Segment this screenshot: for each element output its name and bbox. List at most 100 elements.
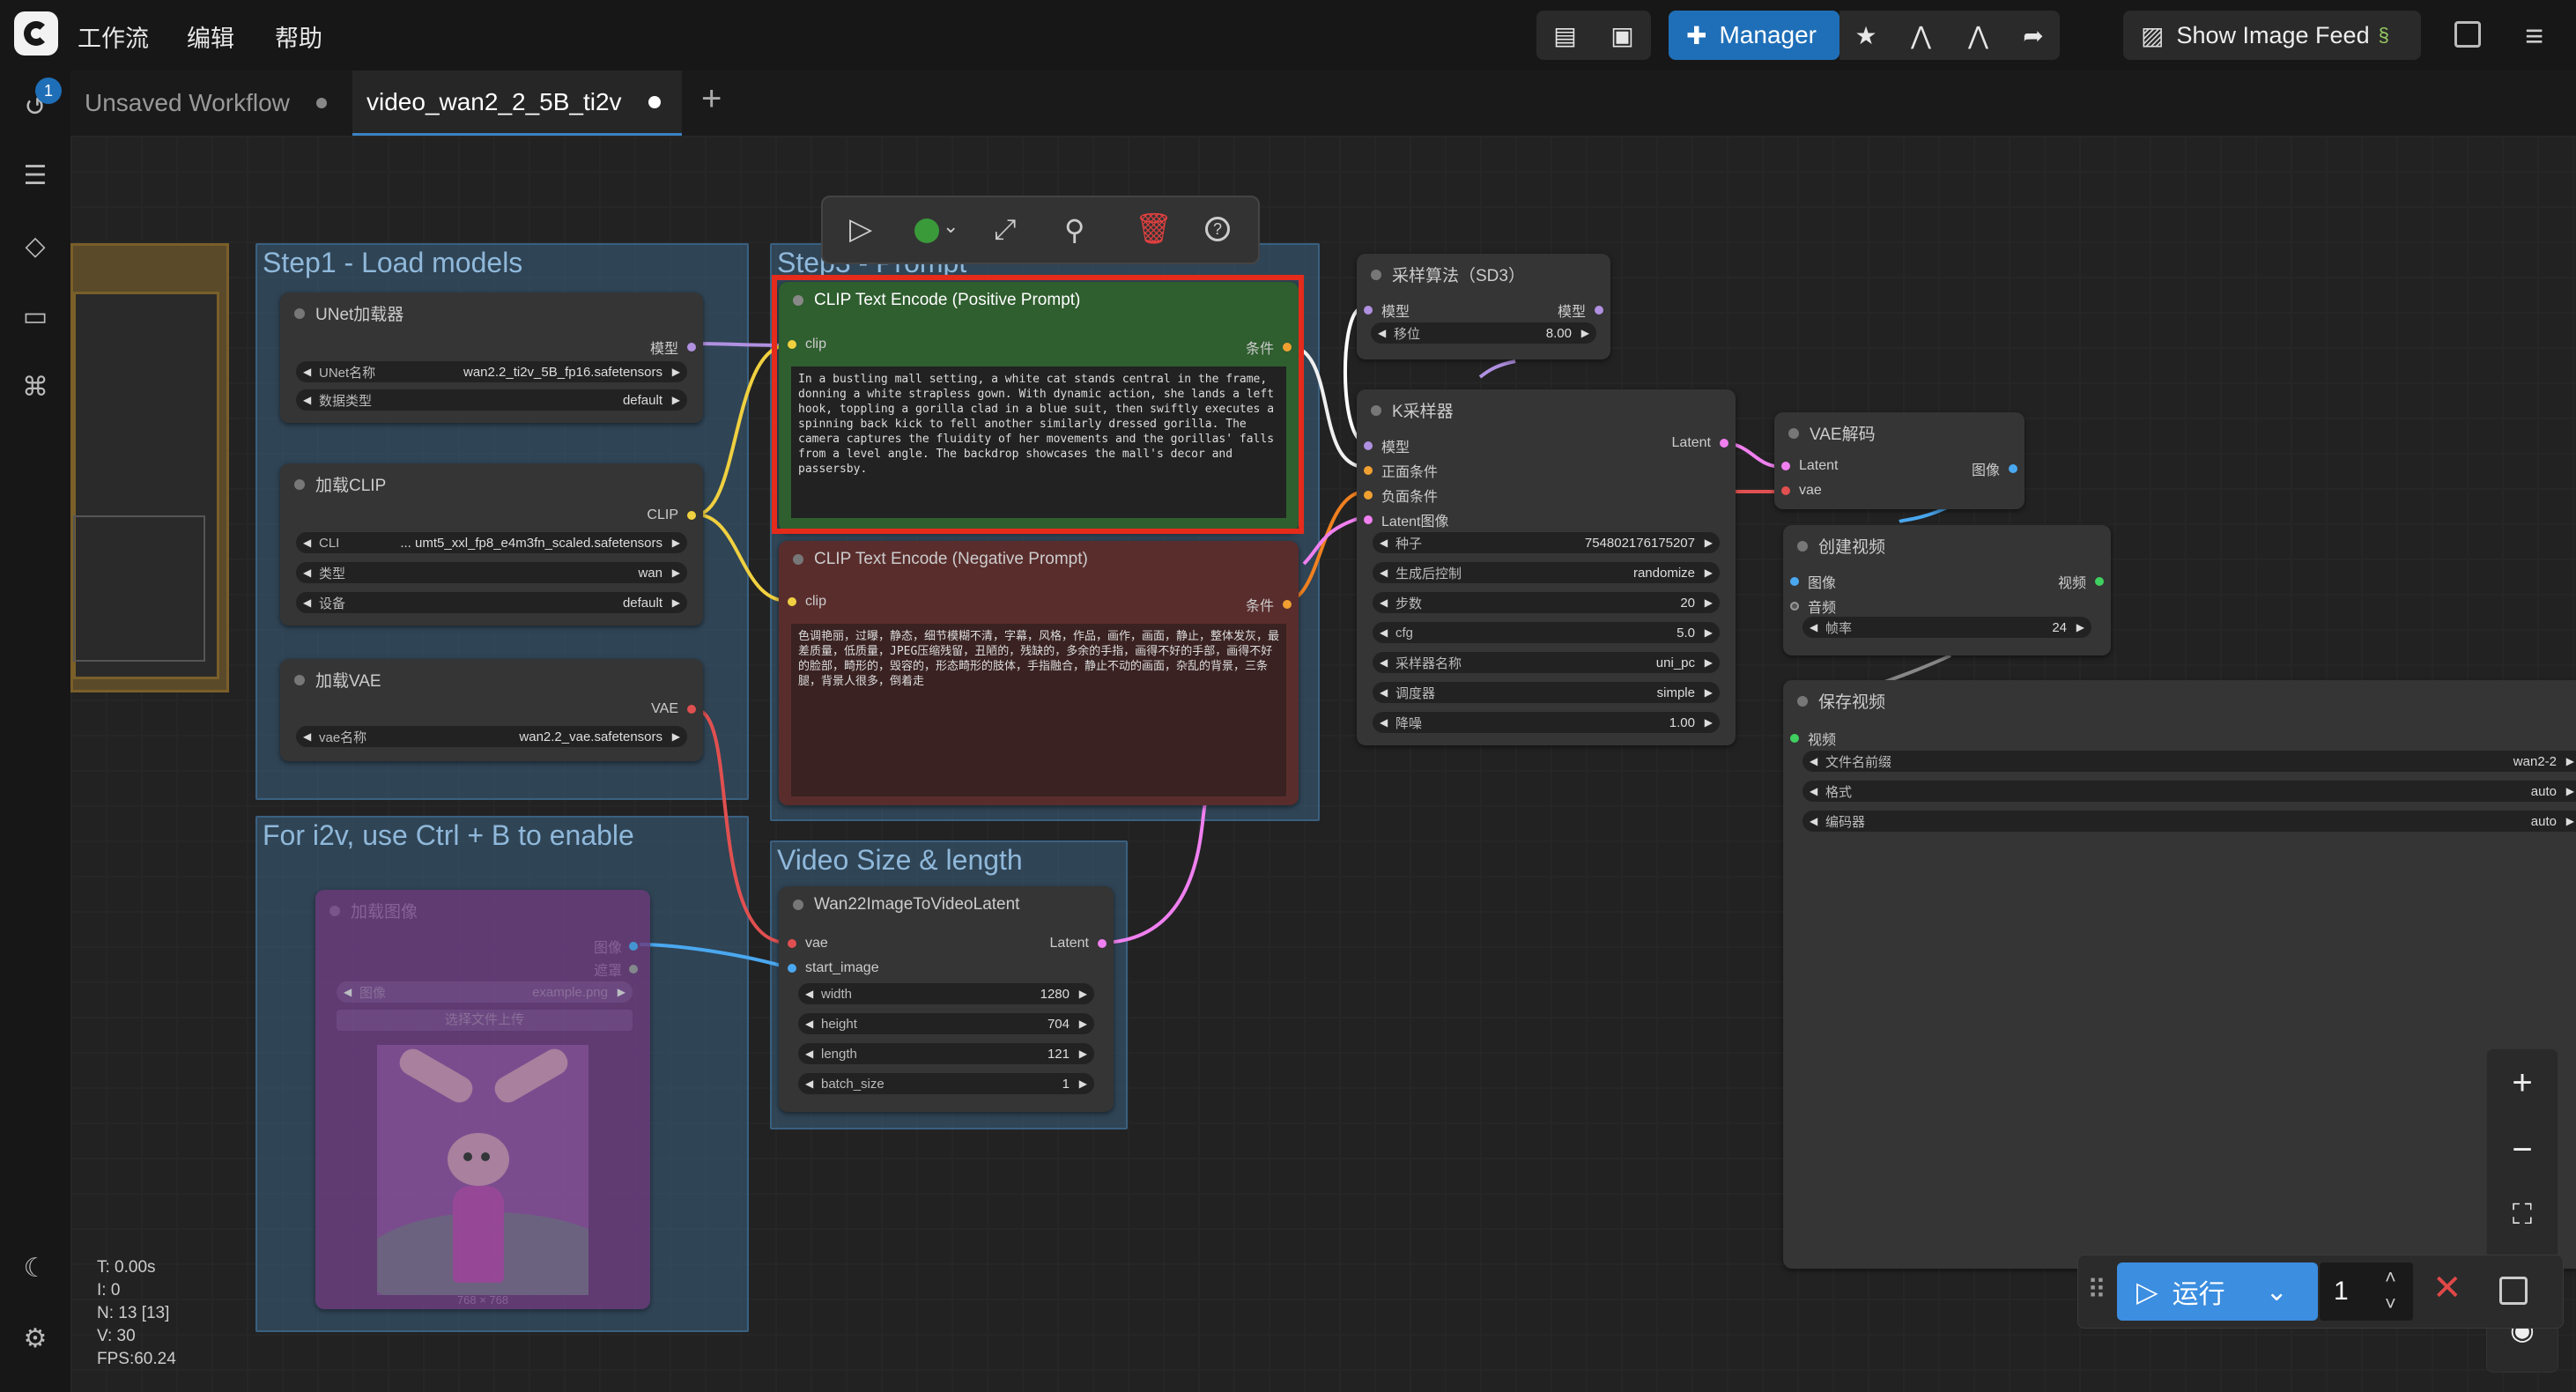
pin[interactable] (1781, 462, 1790, 470)
input-vae[interactable]: vae (788, 936, 828, 951)
node-collapse-dot[interactable] (793, 554, 803, 565)
widget-unet-name[interactable]: UNet名称 wan2.2_ti2v_5B_fp16.safetensors (296, 361, 687, 382)
widget-vae-name[interactable]: vae名称 wan2.2_vae.safetensors (296, 726, 687, 747)
upload-button[interactable]: 选择文件上传 (337, 1010, 633, 1031)
input-clip[interactable]: clip (788, 594, 826, 610)
output-image[interactable]: 图像 (594, 936, 638, 957)
node-collapse-dot[interactable] (294, 307, 305, 319)
input-model[interactable]: 模型 (1364, 300, 1410, 321)
pin[interactable] (629, 942, 638, 951)
pin[interactable] (687, 705, 696, 714)
pin[interactable] (1790, 602, 1799, 611)
widget-width[interactable]: width 1280 (798, 983, 1094, 1004)
bypass-icon[interactable]: ⤢ (994, 213, 1017, 247)
pin[interactable] (788, 597, 796, 606)
drag-handle-icon[interactable]: ⠿ (2087, 1275, 2106, 1306)
pin[interactable] (1364, 491, 1373, 500)
input-video[interactable]: 视频 (1790, 728, 1836, 749)
input-latent[interactable]: Latent (1781, 458, 1838, 474)
pin[interactable] (1364, 466, 1373, 475)
chevron-down-icon[interactable]: ⌄ (943, 215, 959, 238)
input-negative[interactable]: 负面条件 (1364, 485, 1438, 506)
node-unet-loader[interactable]: UNet加载器 模型 UNet名称 wan2.2_ti2v_5B_fp16.saf… (280, 292, 703, 423)
widget-cfg[interactable]: cfg 5.0 (1373, 622, 1720, 643)
output-image[interactable]: 图像 (1972, 458, 2017, 479)
pin[interactable] (2095, 577, 2104, 586)
widget-denoise[interactable]: 降噪 1.00 (1373, 712, 1720, 733)
widget-sampler-name[interactable]: 采样器名称 uni_pc (1373, 652, 1720, 673)
negative-prompt-textarea[interactable]: 色调艳丽，过曝，静态，细节模糊不清，字幕，风格，作品，画作，画面，静止，整体发灰… (791, 624, 1286, 796)
pin[interactable] (788, 939, 796, 948)
input-audio[interactable]: 音频 (1790, 596, 1836, 617)
widget-image[interactable]: 图像 example.png (337, 981, 633, 1003)
node-collapse-dot[interactable] (294, 478, 305, 490)
decrement-icon[interactable]: ˅ (2385, 1292, 2396, 1315)
pin[interactable] (687, 343, 696, 352)
output-clip[interactable]: CLIP (647, 507, 696, 523)
node-create-video[interactable]: 创建视频 图像 音频 视频 帧率 24 (1783, 525, 2111, 655)
input-start-image[interactable]: start_image (788, 960, 879, 976)
widget-seed[interactable]: 种子 754802176175207 (1373, 532, 1720, 553)
input-latent-image[interactable]: Latent图像 (1364, 509, 1449, 530)
cancel-icon[interactable]: ✕ (2432, 1268, 2462, 1308)
node-model-sampling-sd3[interactable]: 采样算法（SD3） 模型 模型 移位 8.00 (1357, 254, 1610, 359)
widget-clip-type[interactable]: 类型 wan (296, 562, 687, 583)
output-vae[interactable]: VAE (651, 701, 696, 717)
increment-icon[interactable]: ˄ (2385, 1266, 2396, 1289)
pin[interactable] (1364, 515, 1373, 524)
node-negative-prompt[interactable]: CLIP Text Encode (Negative Prompt) clip … (779, 541, 1299, 805)
input-images[interactable]: 图像 (1790, 571, 1836, 592)
widget-shift[interactable]: 移位 8.00 (1371, 322, 1596, 344)
node-vae-decode[interactable]: VAE解码 Latent vae 图像 (1774, 412, 2025, 509)
help-icon[interactable]: ? (1205, 217, 1230, 241)
widget-format[interactable]: 格式 auto (1802, 781, 2576, 802)
output-latent[interactable]: Latent (1050, 936, 1107, 951)
output-mask[interactable]: 遮罩 (594, 959, 638, 980)
run-selected-icon[interactable]: ▷ (849, 211, 872, 247)
widget-fps[interactable]: 帧率 24 (1802, 617, 2091, 638)
output-model[interactable]: 模型 (650, 337, 696, 358)
batch-count-input[interactable]: 1 ˄ ˅ (2320, 1262, 2413, 1321)
color-picker-icon[interactable] (914, 218, 939, 243)
chevron-down-icon[interactable]: ⌄ (2266, 1277, 2288, 1307)
node-collapse-dot[interactable] (329, 905, 340, 916)
zoom-out-icon[interactable]: − (2498, 1125, 2547, 1174)
pin[interactable] (1283, 600, 1292, 609)
pin[interactable] (1364, 306, 1373, 315)
pin[interactable] (1720, 439, 1728, 448)
node-ksampler[interactable]: K采样器 模型 正面条件 负面条件 Latent图像 Latent 种子 7548… (1357, 389, 1736, 745)
widget-steps[interactable]: 步数 20 (1373, 592, 1720, 613)
widget-clip-device[interactable]: 设备 default (296, 592, 687, 613)
widget-control-after-generate[interactable]: 生成后控制 randomize (1373, 562, 1720, 583)
pin[interactable] (1790, 734, 1799, 743)
widget-filename-prefix[interactable]: 文件名前缀 wan2-2 (1802, 751, 2576, 772)
stop-icon[interactable] (2499, 1277, 2528, 1305)
widget-batch-size[interactable]: batch_size 1 (798, 1073, 1094, 1094)
node-collapse-dot[interactable] (1371, 269, 1381, 280)
delete-icon[interactable]: 🗑 (1135, 211, 1173, 247)
node-wan22-latent[interactable]: Wan22ImageToVideoLatent vae start_image … (779, 886, 1114, 1112)
node-collapse-dot[interactable] (1371, 404, 1381, 416)
output-latent[interactable]: Latent (1672, 435, 1728, 451)
pin[interactable] (1364, 441, 1373, 450)
node-collapse-dot[interactable] (1797, 540, 1808, 552)
output-model[interactable]: 模型 (1558, 300, 1603, 321)
pin[interactable] (687, 511, 696, 520)
output-conditioning[interactable]: 条件 (1246, 594, 1292, 615)
pin[interactable] (629, 965, 638, 974)
widget-length[interactable]: length 121 (798, 1043, 1094, 1064)
input-model[interactable]: 模型 (1364, 435, 1410, 456)
pin[interactable] (1781, 486, 1790, 495)
input-vae[interactable]: vae (1781, 483, 1822, 499)
node-load-image[interactable]: 加载图像 图像 遮罩 图像 example.png 选择文件上传 768 × 76… (315, 890, 650, 1309)
pin[interactable] (1098, 939, 1107, 948)
pin[interactable] (788, 964, 796, 973)
node-load-clip[interactable]: 加载CLIP CLIP CLI ... umt5_xxl_fp8_e4m3fn_s… (280, 463, 703, 626)
node-load-vae[interactable]: 加载VAE VAE vae名称 wan2.2_vae.safetensors (280, 659, 703, 761)
output-video[interactable]: 视频 (2058, 571, 2104, 592)
widget-codec[interactable]: 编码器 auto (1802, 811, 2576, 832)
widget-height[interactable]: height 704 (798, 1013, 1094, 1034)
pin-icon[interactable]: ⚲ (1064, 213, 1084, 247)
input-positive[interactable]: 正面条件 (1364, 460, 1438, 481)
node-collapse-dot[interactable] (793, 900, 803, 910)
